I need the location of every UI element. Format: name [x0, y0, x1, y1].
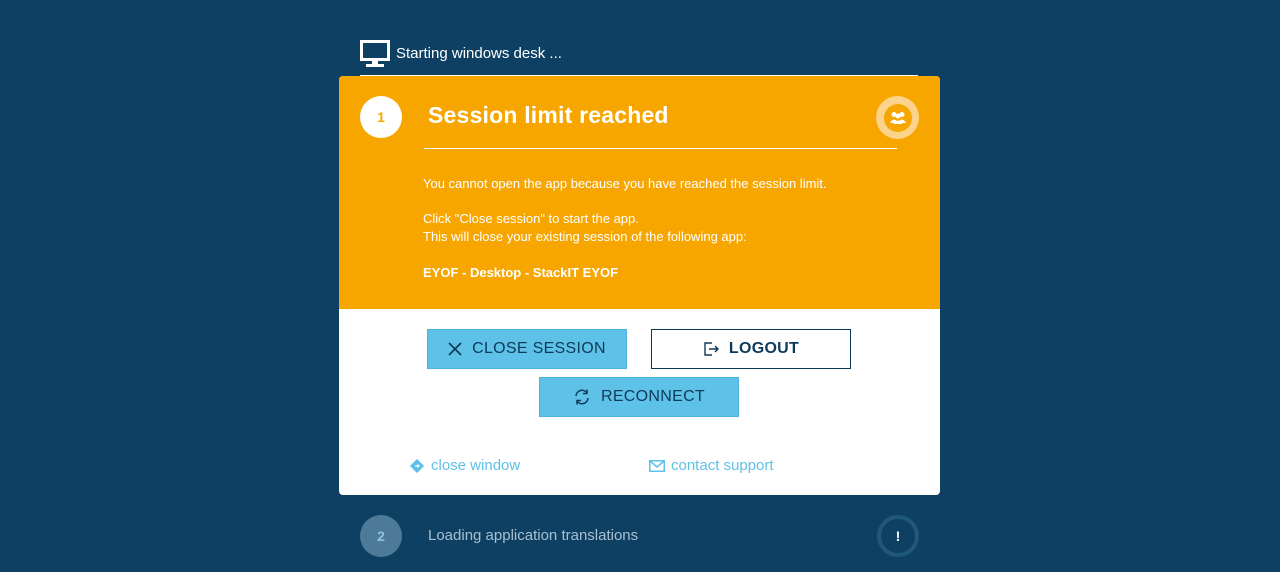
close-session-button[interactable]: CLOSE SESSION: [427, 329, 627, 369]
close-session-label: CLOSE SESSION: [472, 340, 606, 357]
logout-label: LOGOUT: [728, 340, 800, 357]
session-limit-dialog: 1 Session limit reached You cannot open …: [339, 76, 940, 495]
close-window-link[interactable]: close window: [409, 457, 520, 474]
message-consequence: This will close your existing session of…: [423, 229, 747, 244]
app-name: EYOF - Desktop - StackIT EYOF: [423, 265, 619, 280]
logout-button[interactable]: LOGOUT: [651, 329, 851, 369]
dialog-title: Session limit reached: [428, 102, 669, 128]
contact-support-label: contact support: [671, 457, 774, 474]
title-divider: [424, 148, 897, 149]
mail-icon: [649, 459, 665, 472]
close-icon: [448, 342, 462, 356]
loading-title: Starting windows desk ...: [396, 45, 562, 62]
diamond-icon: [409, 458, 425, 473]
message-limit: You cannot open the app because you have…: [423, 176, 827, 191]
close-window-label: close window: [431, 457, 521, 474]
message-instruction: Click "Close session" to start the app.: [423, 211, 639, 226]
reconnect-label: RECONNECT: [600, 388, 706, 405]
monitor-icon: [360, 40, 390, 67]
logout-icon: [704, 342, 719, 356]
reconnect-button[interactable]: RECONNECT: [539, 377, 739, 417]
alert-icon: !: [877, 515, 919, 557]
step-number: 1: [360, 96, 402, 138]
step-2-label: Loading application translations: [428, 527, 639, 544]
dialog-header: 1 Session limit reached You cannot open …: [339, 76, 940, 309]
step-2-number: 2: [360, 515, 402, 557]
refresh-icon: [575, 389, 589, 405]
loading-header: Starting windows desk ...: [360, 40, 918, 76]
people-icon: [876, 96, 919, 139]
contact-support-link[interactable]: contact support: [649, 457, 774, 474]
